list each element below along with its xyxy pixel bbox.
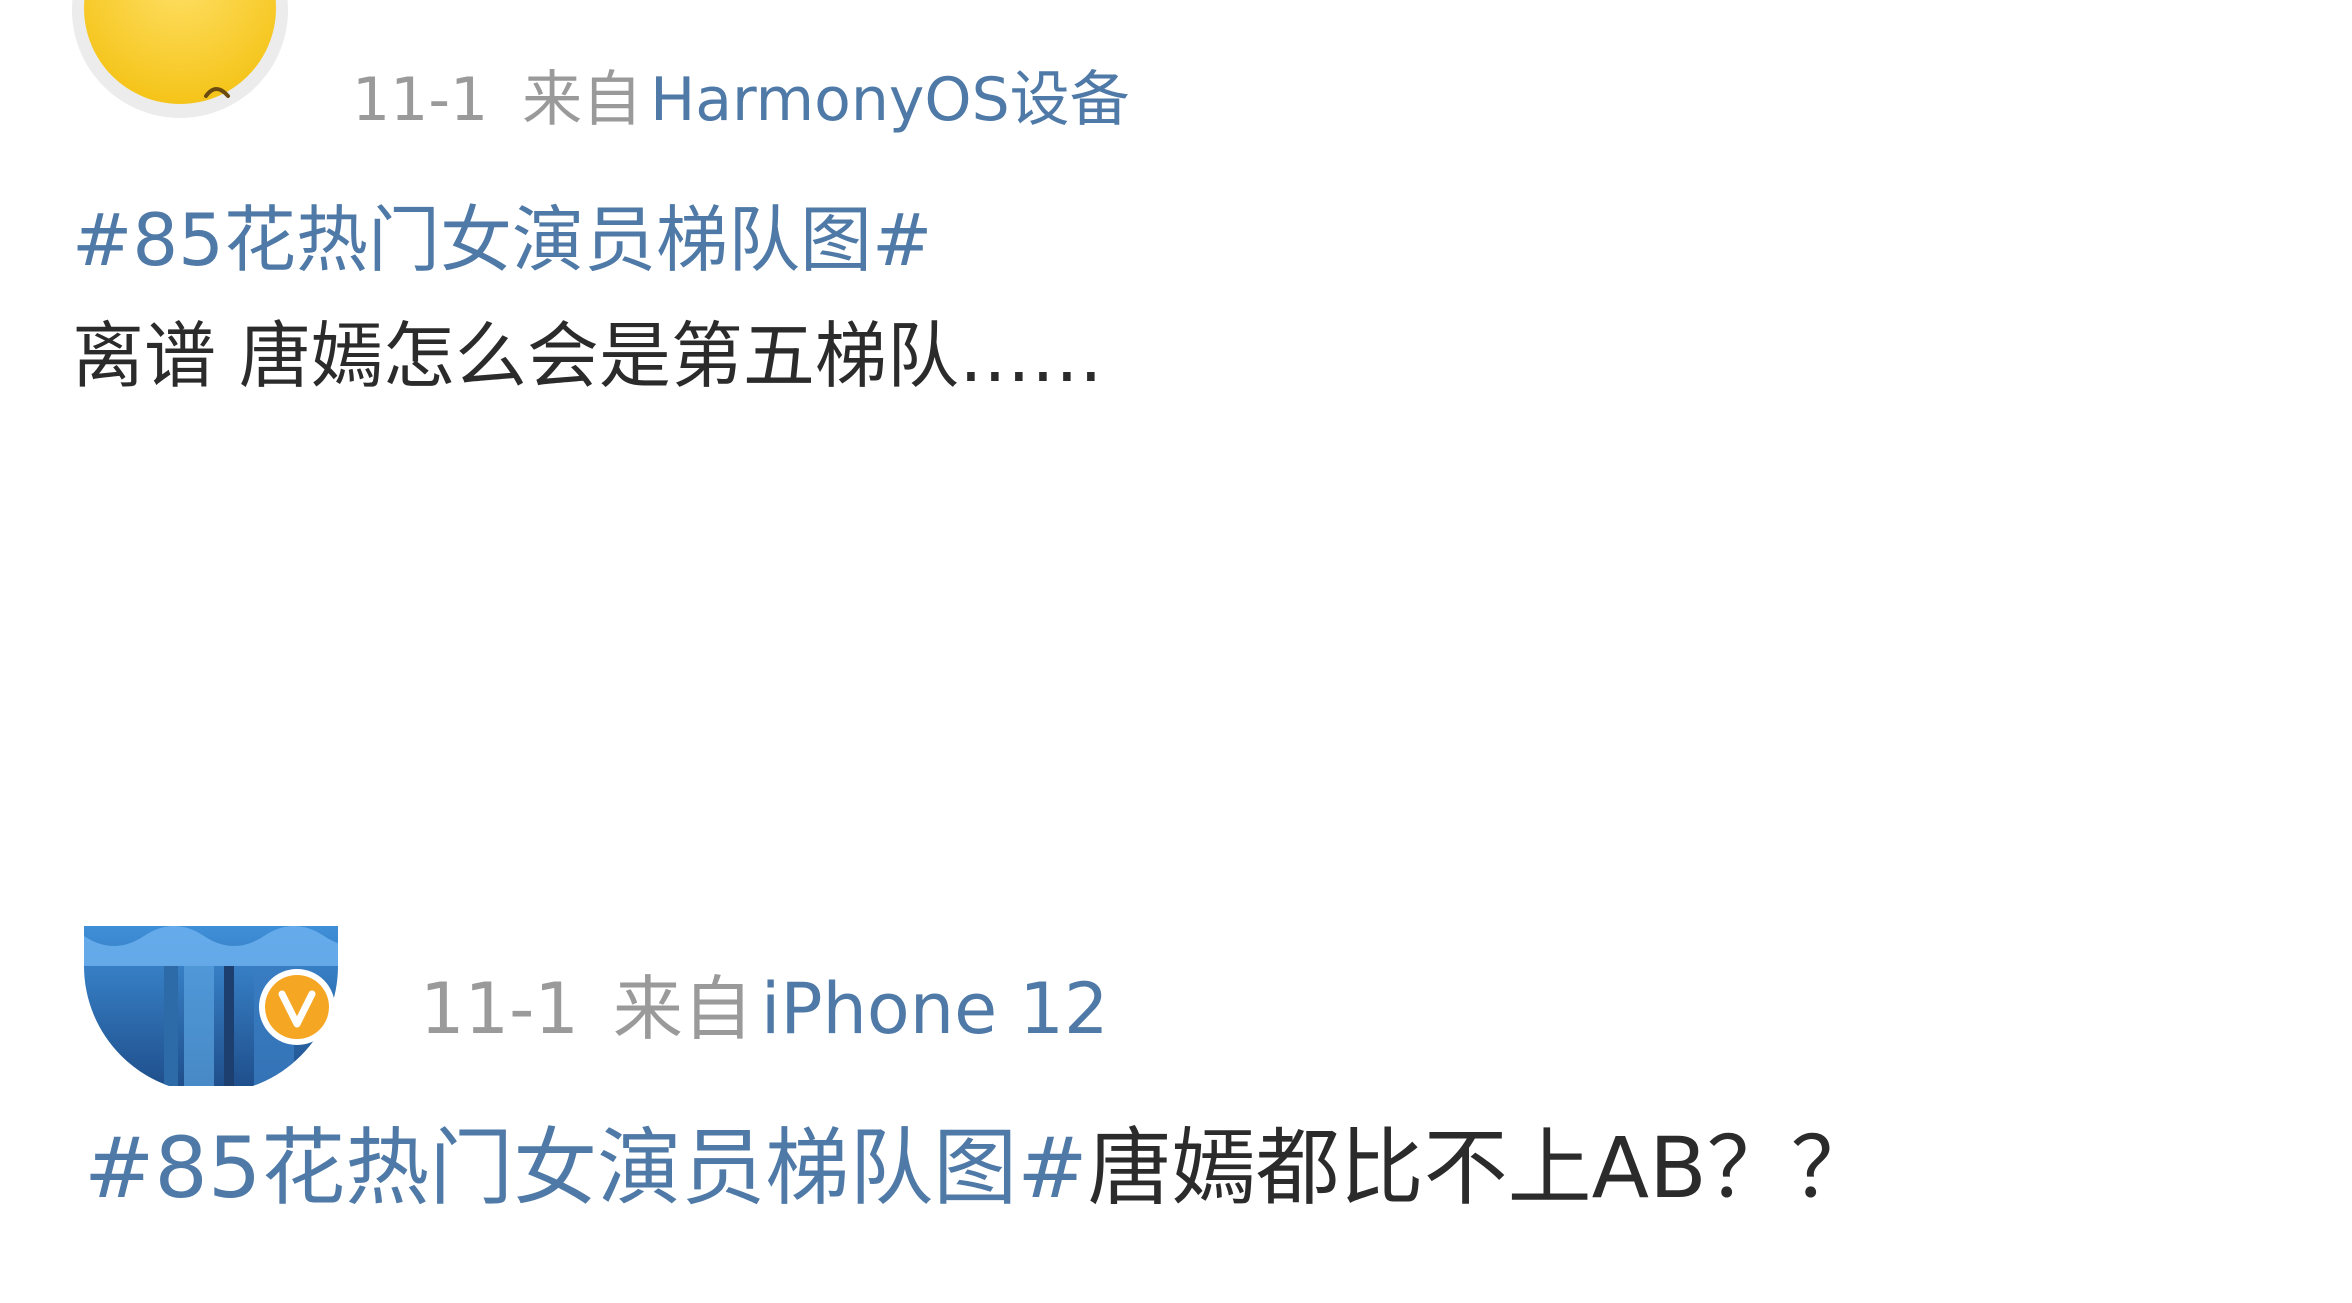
post-meta: 11-1 来自 iPhone 12 [420,974,1108,1044]
comment-item: 11-1 来自 iPhone 12 #85花热门女演员梯队图#唐嫣都比不上AB？？ [0,920,2352,1303]
post-meta: 11-1 来自 HarmonyOS设备 [352,70,1130,130]
post-date: 11-1 [352,65,489,135]
user-avatar[interactable] [70,0,290,130]
topic-link[interactable]: #85花热门女演员梯队图# [84,1119,1088,1217]
post-text: 离谱 唐嫣怎么会是第五梯队…… [72,314,1103,398]
post-text: 唐嫣都比不上AB？？ [1087,1119,1875,1217]
post-date: 11-1 [420,968,579,1050]
verified-v-badge-icon [256,966,338,1048]
user-avatar[interactable] [84,926,344,1086]
post-content: #85花热门女演员梯队图#唐嫣都比不上AB？？ [84,1126,1875,1210]
post-content: #85花热门女演员梯队图# 离谱 唐嫣怎么会是第五梯队…… [72,204,1103,392]
device-link[interactable]: HarmonyOS设备 [650,65,1130,135]
topic-link[interactable]: #85花热门女演员梯队图# [72,204,1103,276]
source-prefix: 来自 [612,968,753,1050]
device-link[interactable]: iPhone 12 [761,968,1109,1050]
yellow-avatar-icon [72,0,288,118]
source-prefix: 来自 [522,65,643,135]
comment-item: 11-1 来自 HarmonyOS设备 #85花热门女演员梯队图# 离谱 唐嫣怎么会… [0,0,2352,520]
